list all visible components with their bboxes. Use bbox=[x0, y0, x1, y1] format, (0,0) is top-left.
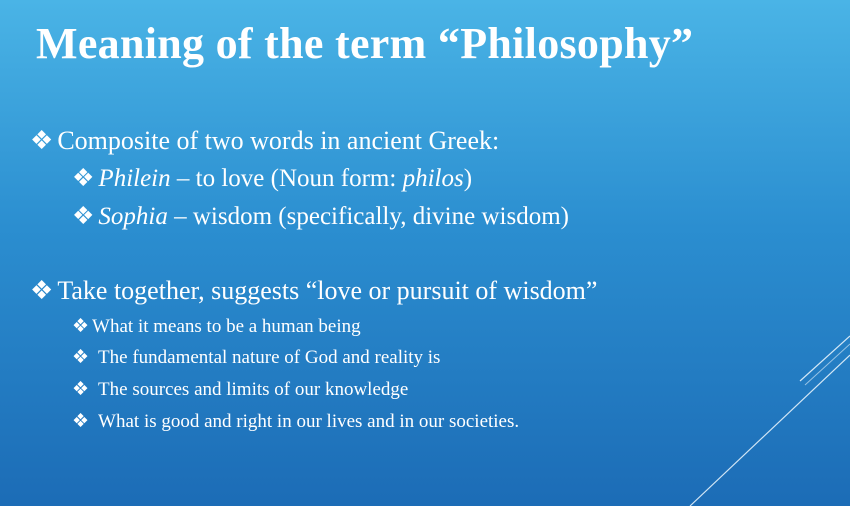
slide: Meaning of the term “Philosophy” ❖ Compo… bbox=[0, 0, 850, 506]
decorative-lines bbox=[689, 335, 850, 506]
